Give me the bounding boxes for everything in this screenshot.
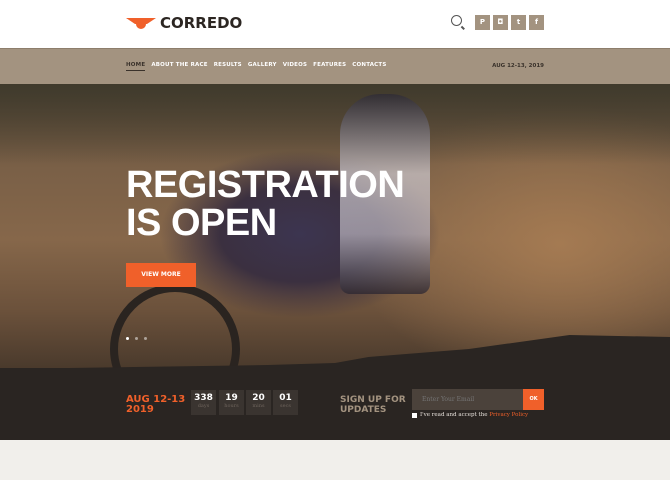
countdown-days: 338 days: [191, 390, 216, 415]
countdown-label: hours: [224, 403, 239, 409]
countdown-label: secs: [280, 403, 291, 409]
nav-about[interactable]: ABOUT THE RACE: [151, 62, 207, 71]
nav-date: AUG 12-13, 2019: [492, 63, 544, 69]
countdown-label: days: [197, 403, 210, 409]
privacy-policy-link[interactable]: Privacy Policy: [489, 412, 528, 418]
hero-title-line1: REGISTRATION: [126, 164, 405, 206]
search-icon[interactable]: [451, 15, 462, 26]
hero-background: [0, 84, 670, 164]
nav-videos[interactable]: VIDEOS: [283, 62, 307, 71]
agree-text: I've read and accept the: [420, 412, 490, 418]
slide-dot[interactable]: [135, 337, 138, 340]
privacy-agreement: I've read and accept the Privacy Policy: [420, 412, 528, 418]
nav-results[interactable]: RESULTS: [214, 62, 242, 71]
signup-line1: SIGN UP FOR: [340, 395, 406, 405]
info-band: [0, 368, 670, 440]
countdown-hours: 19 hours: [219, 390, 244, 415]
facebook-icon[interactable]: f: [529, 15, 544, 30]
logo[interactable]: CORREDO: [126, 14, 242, 32]
wheel-image: [110, 284, 240, 368]
hero-title: REGISTRATION IS OPEN: [126, 164, 405, 244]
pinterest-icon[interactable]: P: [475, 15, 490, 30]
nav-contacts[interactable]: CONTACTS: [352, 62, 386, 71]
privacy-checkbox[interactable]: [412, 413, 417, 418]
slider-dots[interactable]: [126, 337, 147, 340]
event-date-year: 2019: [126, 404, 154, 415]
nav-features[interactable]: FEATURES: [313, 62, 346, 71]
slide-dot[interactable]: [144, 337, 147, 340]
instagram-icon[interactable]: ◘: [493, 15, 508, 30]
signup-heading: SIGN UP FOR UPDATES: [340, 395, 406, 415]
view-more-button[interactable]: VIEW MORE: [126, 263, 196, 287]
countdown-value: 20: [252, 393, 265, 403]
main-nav: HOME ABOUT THE RACE RESULTS GALLERY VIDE…: [0, 48, 670, 84]
nav-home[interactable]: HOME: [126, 62, 146, 71]
countdown-secs: 01 secs: [273, 390, 298, 415]
hero-title-line2: IS OPEN: [126, 202, 277, 244]
logo-text: CORREDO: [160, 14, 243, 32]
countdown-value: 01: [279, 393, 292, 403]
countdown-mins: 20 mins: [246, 390, 271, 415]
ok-button[interactable]: OK: [523, 389, 544, 410]
header: CORREDO P ◘ t f: [0, 0, 670, 48]
nav-gallery[interactable]: GALLERY: [248, 62, 277, 71]
countdown-value: 338: [194, 393, 213, 403]
wings-logo-icon: [126, 16, 156, 30]
signup-line2: UPDATES: [340, 405, 387, 415]
twitter-icon[interactable]: t: [511, 15, 526, 30]
countdown-value: 19: [225, 393, 238, 403]
countdown-label: mins: [252, 403, 265, 409]
slide-dot[interactable]: [126, 337, 129, 340]
email-input[interactable]: [412, 389, 523, 410]
event-date: AUG 12-13 2019: [126, 395, 185, 415]
